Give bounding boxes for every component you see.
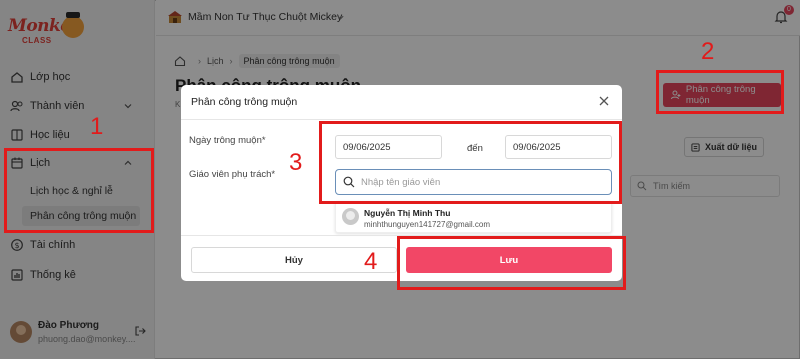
avatar [342,208,359,225]
annotation-number-3: 3 [289,149,303,176]
annotation-number-2: 2 [701,38,715,65]
teacher-label: Giáo viên phụ trách* [189,169,276,180]
annotation-number-4: 4 [364,248,378,275]
annotation-box-3 [319,121,622,204]
annotation-box-4 [397,236,626,290]
date-label: Ngày trông muộn* [189,135,266,146]
annotation-box-1 [4,148,154,233]
suggestion-name: Nguyễn Thị Minh Thu [364,208,451,218]
suggestion-email: minhthunguyen141727@gmail.com [364,220,490,229]
modal-title: Phân công trông muộn [191,96,298,108]
annotation-number-1: 1 [90,113,104,140]
teacher-suggestion-item[interactable]: Nguyễn Thị Minh Thu minhthunguyen141727@… [335,201,612,233]
modal-divider [181,119,622,120]
annotation-box-2 [656,70,784,114]
close-icon[interactable] [598,95,610,107]
